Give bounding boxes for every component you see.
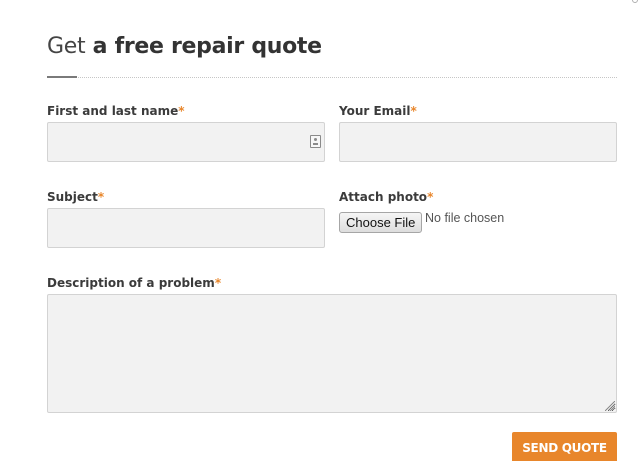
photo-label: Attach photo* xyxy=(339,190,433,204)
subject-input[interactable] xyxy=(47,208,325,248)
email-label-text: Your Email xyxy=(339,104,411,118)
description-label-text: Description of a problem xyxy=(47,276,215,290)
required-marker: * xyxy=(214,276,222,290)
photo-label-text: Attach photo xyxy=(339,190,428,204)
description-label: Description of a problem* xyxy=(47,276,221,290)
required-marker: * xyxy=(410,104,417,118)
circle-icon xyxy=(632,0,638,3)
contact-card-icon[interactable] xyxy=(310,135,321,148)
subject-label-text: Subject xyxy=(47,190,98,204)
title-divider-accent xyxy=(47,76,77,78)
title-divider xyxy=(47,77,617,78)
repair-quote-page: Get a free repair quote First and last n… xyxy=(0,0,642,461)
required-marker: * xyxy=(178,104,185,118)
description-textarea[interactable] xyxy=(47,294,617,413)
email-label: Your Email* xyxy=(339,104,417,118)
name-label: First and last name* xyxy=(47,104,185,118)
form-title: Get a free repair quote xyxy=(47,34,322,59)
subject-label: Subject* xyxy=(47,190,104,204)
file-status-text: No file chosen xyxy=(425,211,505,225)
title-emphasis: a free repair quote xyxy=(92,34,322,59)
choose-file-button[interactable]: Choose File xyxy=(339,212,423,233)
name-label-text: First and last name xyxy=(47,104,179,118)
send-quote-button[interactable]: SEND QUOTE xyxy=(512,432,617,461)
email-input[interactable] xyxy=(339,122,617,162)
name-input[interactable] xyxy=(47,122,325,162)
required-marker: * xyxy=(97,190,105,204)
required-marker: * xyxy=(427,190,434,204)
title-prefix: Get xyxy=(47,34,86,59)
